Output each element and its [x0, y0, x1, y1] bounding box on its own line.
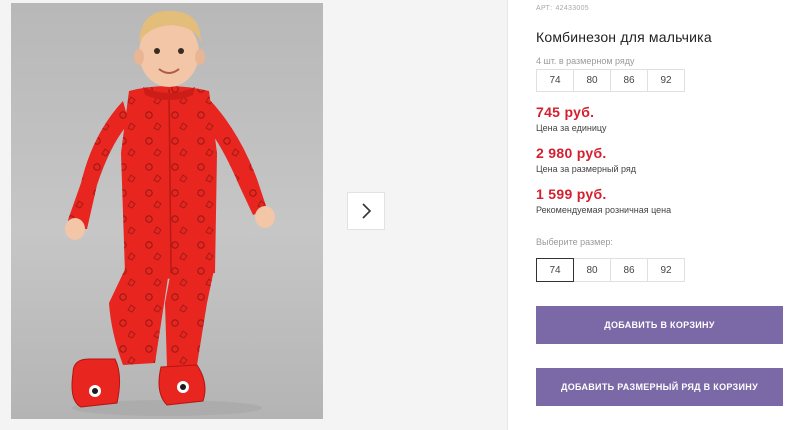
next-image-button[interactable] — [347, 192, 385, 230]
pack-size-note: 4 шт. в размерном ряду — [536, 56, 635, 66]
pack-price: 2 980 руб. — [536, 145, 607, 161]
product-title: Комбинезон для мальчика — [536, 29, 712, 45]
pack-size-80: 80 — [573, 69, 611, 92]
article-value: 42433005 — [555, 5, 589, 12]
product-gallery — [0, 0, 508, 430]
pack-size-74: 74 — [536, 69, 574, 92]
child-photo-illustration — [65, 10, 275, 416]
choose-size-label: Выберите размер: — [536, 237, 613, 247]
size-selector: 74 80 86 92 — [536, 258, 685, 282]
pack-size-list: 74 80 86 92 — [536, 69, 685, 92]
unit-price: 745 руб. — [536, 104, 595, 120]
add-size-pack-to-cart-button[interactable]: ДОБАВИТЬ РАЗМЕРНЫЙ РЯД В КОРЗИНУ — [536, 368, 783, 406]
size-option-74[interactable]: 74 — [536, 258, 574, 282]
product-photo[interactable] — [11, 3, 323, 419]
pack-price-caption: Цена за размерный ряд — [536, 164, 637, 174]
retail-price: 1 599 руб. — [536, 186, 607, 202]
size-option-80[interactable]: 80 — [573, 258, 611, 282]
article-number: АРТ: 42433005 — [536, 5, 589, 12]
pack-size-92: 92 — [647, 69, 685, 92]
chevron-right-icon — [362, 203, 372, 219]
add-to-cart-button[interactable]: ДОБАВИТЬ В КОРЗИНУ — [536, 306, 783, 344]
retail-price-caption: Рекомендуемая розничная цена — [536, 205, 672, 215]
unit-price-caption: Цена за единицу — [536, 123, 607, 133]
size-option-92[interactable]: 92 — [647, 258, 685, 282]
article-label: АРТ: — [536, 5, 553, 12]
pack-size-86: 86 — [610, 69, 648, 92]
size-option-86[interactable]: 86 — [610, 258, 648, 282]
